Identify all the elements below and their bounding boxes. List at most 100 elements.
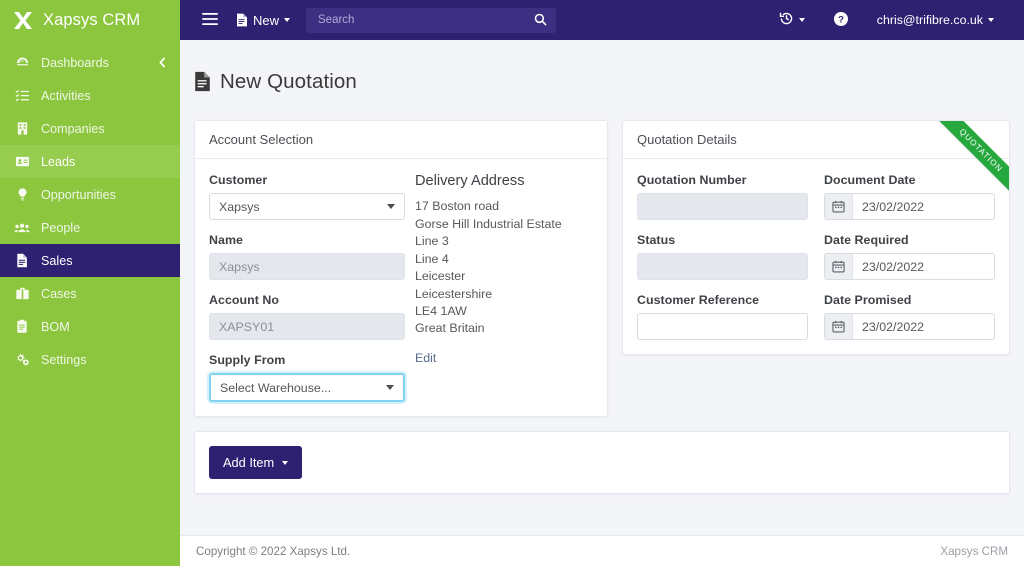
search-input[interactable]	[316, 13, 547, 27]
customer-reference-group: Customer Reference	[637, 293, 808, 341]
footer: Copyright © 2022 Xapsys Ltd. Xapsys CRM	[180, 535, 1024, 566]
date-required-label: Date Required	[824, 233, 909, 248]
supply-from-field-group: Supply From Select Warehouse...	[209, 353, 405, 403]
id-card-icon	[14, 154, 30, 170]
edit-address-link[interactable]: Edit	[415, 351, 593, 365]
customer-select-value: Xapsys	[219, 199, 260, 214]
status-group: Status	[637, 233, 808, 281]
document-icon	[236, 13, 248, 27]
lightbulb-icon	[14, 187, 30, 203]
main-area: New Search ? chris@trifibre.co.uk New Qu…	[180, 0, 1024, 566]
page-title: New Quotation	[220, 69, 357, 93]
sidebar-item-label: Cases	[41, 286, 77, 301]
name-label: Name	[209, 233, 243, 248]
quotation-left-column: Quotation Number Status Customer Referen…	[637, 173, 808, 341]
clipboard-icon	[14, 319, 30, 335]
panels-row: Account Selection Customer Xapsys Name X…	[194, 120, 1010, 418]
users-icon	[14, 220, 30, 236]
document-icon	[194, 71, 211, 92]
topbar-right: ? chris@trifibre.co.uk	[765, 11, 1008, 30]
quotation-number-label: Quotation Number	[637, 173, 747, 188]
new-button[interactable]: New	[236, 12, 291, 28]
new-button-label: New	[253, 12, 280, 28]
account-selection-body: Customer Xapsys Name Xapsys Account No X…	[195, 159, 607, 416]
user-menu[interactable]: chris@trifibre.co.uk	[863, 13, 1008, 27]
address-line: LE4 1AW	[415, 303, 467, 318]
sidebar-item-activities[interactable]: Activities	[0, 79, 180, 112]
sidebar-item-label: Dashboards	[41, 55, 109, 70]
date-promised-group: Date Promised 23/02/2022	[824, 293, 995, 341]
chevron-down-icon	[387, 204, 395, 210]
supply-from-label: Supply From	[209, 353, 286, 368]
address-line: 17 Boston road	[415, 199, 500, 214]
chevron-left-icon[interactable]	[159, 46, 166, 79]
date-required-input[interactable]: 23/02/2022	[824, 253, 995, 281]
building-icon	[14, 121, 30, 137]
quotation-number-group: Quotation Number	[637, 173, 808, 221]
page-header: New Quotation	[180, 40, 1024, 120]
customer-select[interactable]: Xapsys	[209, 193, 405, 221]
account-no-input: XAPSY01	[209, 313, 405, 341]
sidebar-item-bom[interactable]: BOM	[0, 310, 180, 343]
quotation-details-body: Quotation Number Status Customer Referen…	[623, 159, 1009, 354]
chevron-down-icon	[798, 18, 805, 22]
address-line: Leicester	[415, 269, 466, 284]
help-button[interactable]: ?	[819, 11, 863, 30]
sidebar-item-dashboards[interactable]: Dashboards	[0, 46, 180, 79]
sidebar-item-opportunities[interactable]: Opportunities	[0, 178, 180, 211]
calendar-icon[interactable]	[825, 254, 853, 280]
date-promised-label: Date Promised	[824, 293, 912, 308]
account-selection-card: Account Selection Customer Xapsys Name X…	[194, 120, 608, 418]
add-item-button[interactable]: Add Item	[209, 446, 303, 480]
account-fields: Customer Xapsys Name Xapsys Account No X…	[209, 173, 405, 403]
sidebar-item-settings[interactable]: Settings	[0, 343, 180, 376]
sidebar-item-cases[interactable]: Cases	[0, 277, 180, 310]
app-root: Xapsys CRM Dashboards Activities Compani…	[0, 0, 1024, 566]
supply-from-select[interactable]: Select Warehouse...	[209, 373, 405, 403]
address-line: Line 3	[415, 234, 449, 249]
account-selection-heading: Account Selection	[195, 121, 607, 160]
quotation-number-input	[637, 193, 808, 221]
dashboard-icon	[14, 55, 30, 71]
customer-field-group: Customer Xapsys	[209, 173, 405, 221]
hamburger-icon[interactable]	[196, 9, 224, 32]
sidebar-item-people[interactable]: People	[0, 211, 180, 244]
sidebar-item-label: Sales	[41, 253, 73, 268]
document-date-group: Document Date 23/02/2022	[824, 173, 995, 221]
quotation-details-heading: Quotation Details	[623, 121, 1009, 160]
customer-label: Customer	[209, 173, 268, 188]
sidebar-item-label: BOM	[41, 319, 70, 334]
document-date-label: Document Date	[824, 173, 916, 188]
name-input: Xapsys	[209, 253, 405, 281]
history-button[interactable]	[765, 11, 819, 29]
quotation-details-card: QUOTATION Quotation Details Quotation Nu…	[622, 120, 1010, 356]
date-promised-input[interactable]: 23/02/2022	[824, 313, 995, 341]
sidebar-item-label: People	[41, 220, 81, 235]
calendar-icon[interactable]	[825, 314, 853, 340]
name-field-group: Name Xapsys	[209, 233, 405, 281]
gears-icon	[14, 352, 30, 368]
sidebar-item-label: Opportunities	[41, 187, 116, 202]
name-value: Xapsys	[219, 259, 260, 274]
sidebar-item-leads[interactable]: Leads	[0, 145, 180, 178]
brand-name: Xapsys CRM	[43, 10, 141, 29]
account-no-label: Account No	[209, 293, 280, 308]
customer-reference-input[interactable]	[637, 313, 808, 341]
document-date-input[interactable]: 23/02/2022	[824, 193, 995, 221]
search-icon[interactable]	[534, 13, 547, 31]
chevron-down-icon	[282, 460, 289, 465]
address-line: Gorse Hill Industrial Estate	[415, 216, 562, 231]
brand[interactable]: Xapsys CRM	[0, 0, 180, 40]
sidebar-item-sales[interactable]: Sales	[0, 244, 180, 277]
date-required-group: Date Required 23/02/2022	[824, 233, 995, 281]
calendar-icon[interactable]	[825, 194, 853, 220]
search-box[interactable]	[306, 7, 557, 33]
footer-brand: Xapsys CRM	[940, 544, 1008, 558]
sidebar: Xapsys CRM Dashboards Activities Compani…	[0, 0, 180, 566]
items-card: Add Item	[194, 431, 1010, 495]
sidebar-nav: Dashboards Activities Companies Leads Op…	[0, 46, 180, 376]
delivery-address-block: Delivery Address 17 Boston road Gorse Hi…	[405, 173, 593, 402]
sidebar-item-companies[interactable]: Companies	[0, 112, 180, 145]
sidebar-item-label: Activities	[41, 88, 91, 103]
address-line: Leicestershire	[415, 286, 493, 301]
